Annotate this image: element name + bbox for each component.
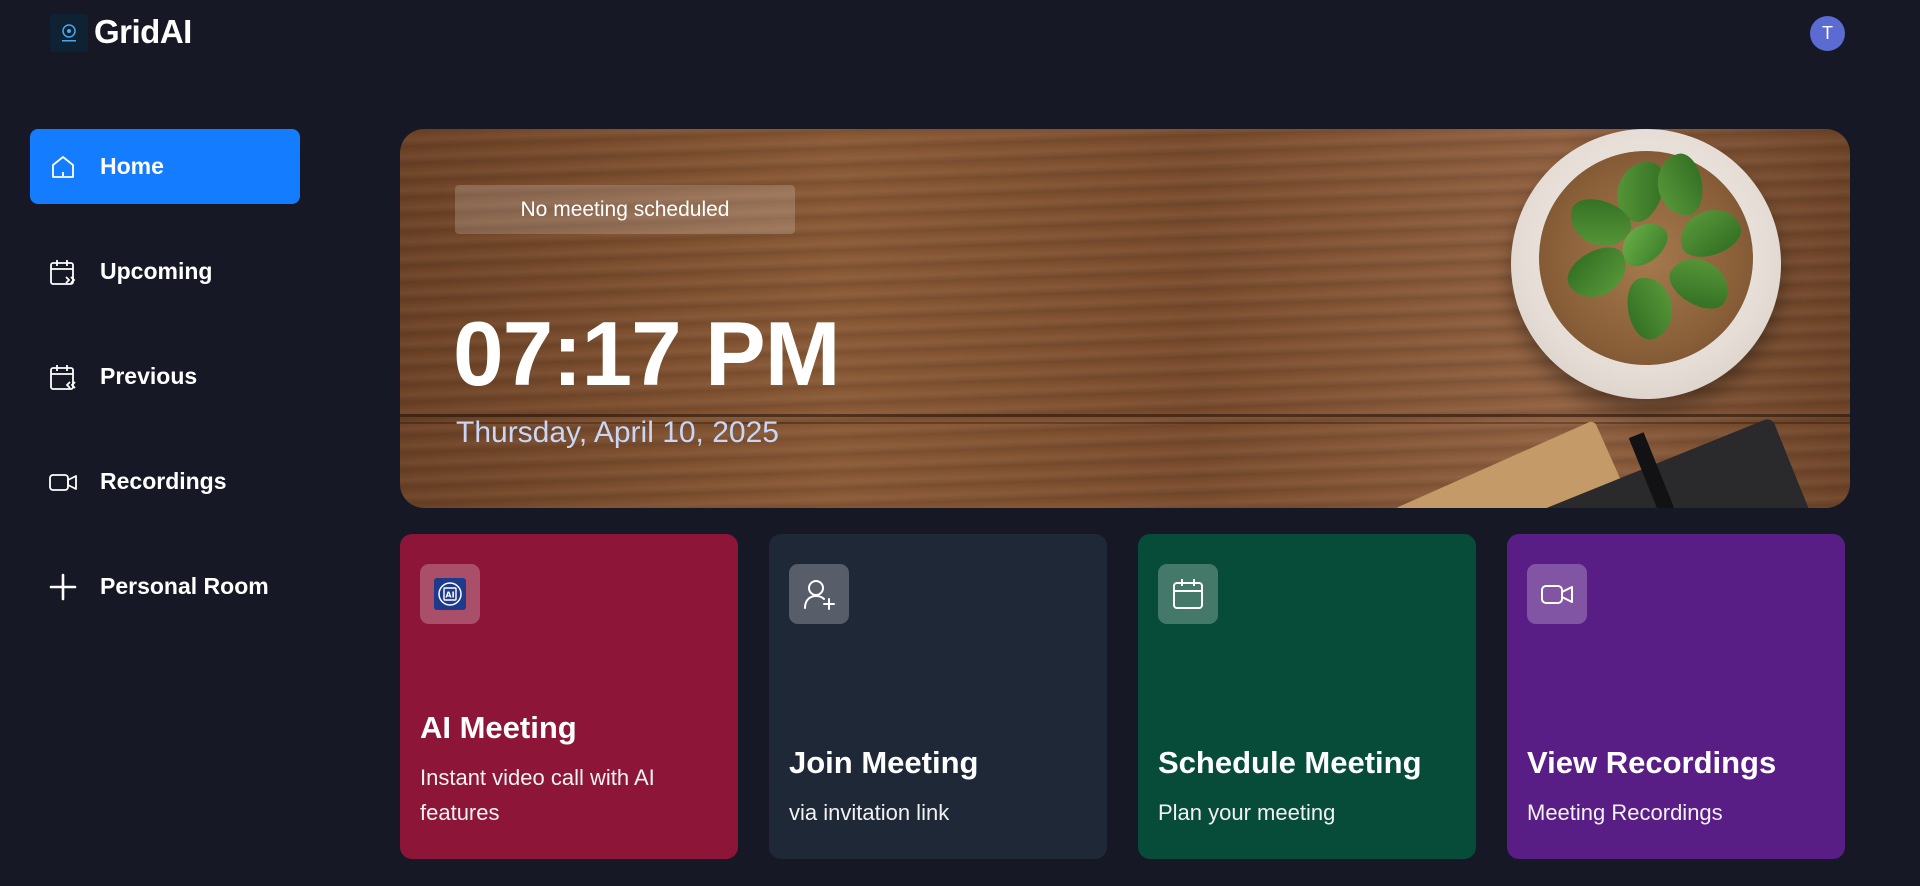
- calendar-icon: [1158, 564, 1218, 624]
- hero-banner: No meeting scheduled 07:17 PM Thursday, …: [400, 129, 1850, 508]
- user-avatar[interactable]: T: [1810, 16, 1845, 51]
- plant-leaf: [1652, 150, 1708, 220]
- svg-text:AI: AI: [445, 591, 454, 600]
- ai-chip-icon: AI: [420, 564, 480, 624]
- ai-meeting-card[interactable]: AI AI Meeting Instant video call with AI…: [400, 534, 738, 859]
- user-plus-icon: [789, 564, 849, 624]
- home-icon: [48, 152, 78, 182]
- app-logo[interactable]: [50, 14, 88, 52]
- sidebar-item-previous[interactable]: Previous: [30, 339, 300, 414]
- card-subtitle: via invitation link: [789, 800, 950, 825]
- schedule-meeting-card[interactable]: Schedule Meeting Plan your meeting: [1138, 534, 1476, 859]
- card-title: AI Meeting: [420, 710, 577, 745]
- video-icon: [1527, 564, 1587, 624]
- current-date: Thursday, April 10, 2025: [456, 416, 779, 449]
- sidebar-item-recordings[interactable]: Recordings: [30, 444, 300, 519]
- card-title: Schedule Meeting: [1158, 745, 1422, 780]
- card-title: Join Meeting: [789, 745, 979, 780]
- plant-soil: [1539, 150, 1753, 365]
- card-title: View Recordings: [1527, 745, 1777, 780]
- card-subtitle: Plan your meeting: [1158, 800, 1336, 825]
- current-time: 07:17 PM: [453, 304, 841, 405]
- logo-icon: [62, 24, 76, 42]
- meeting-status-badge: No meeting scheduled: [455, 185, 795, 234]
- calendar-back-icon: [48, 362, 78, 392]
- card-subtitle: Meeting Recordings: [1527, 800, 1723, 825]
- card-subtitle: Instant video call with AI features: [420, 765, 655, 825]
- sidebar-item-label: Recordings: [100, 468, 227, 494]
- top-bar: GridAI T: [0, 0, 1920, 68]
- sidebar-item-label: Upcoming: [100, 258, 213, 284]
- sidebar: Home Upcoming Previous Recordings Person…: [30, 129, 300, 654]
- succulent-plant-image: [1511, 129, 1781, 399]
- app-brand[interactable]: GridAI: [94, 13, 192, 51]
- video-icon: [48, 467, 78, 497]
- view-recordings-card[interactable]: View Recordings Meeting Recordings: [1507, 534, 1845, 859]
- sidebar-item-home[interactable]: Home: [30, 129, 300, 204]
- plant-leaf: [1662, 248, 1738, 318]
- plus-icon: [48, 572, 78, 602]
- calendar-forward-icon: [48, 257, 78, 287]
- sidebar-item-label: Home: [100, 153, 164, 179]
- sidebar-item-personal-room[interactable]: Personal Room: [30, 549, 300, 624]
- join-meeting-card[interactable]: Join Meeting via invitation link: [769, 534, 1107, 859]
- sidebar-item-label: Personal Room: [100, 573, 269, 599]
- sidebar-item-label: Previous: [100, 363, 198, 389]
- plant-leaf: [1622, 273, 1678, 343]
- sidebar-item-upcoming[interactable]: Upcoming: [30, 234, 300, 309]
